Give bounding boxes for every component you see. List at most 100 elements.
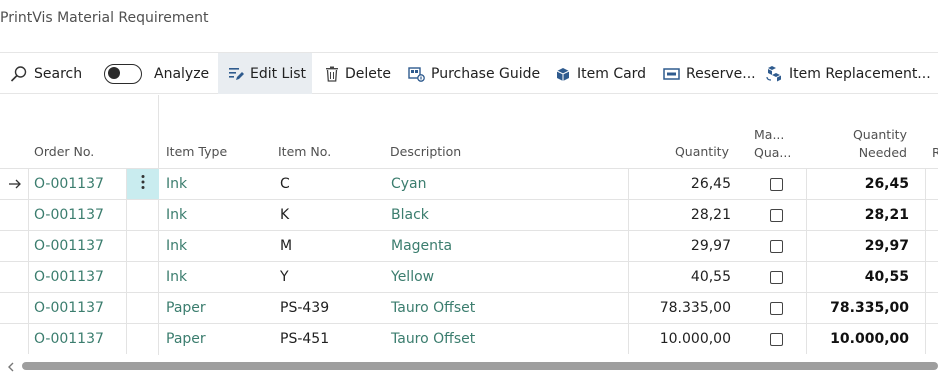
reserve-label: Reserve... <box>686 65 756 82</box>
item-card-icon <box>555 66 571 82</box>
row-checkbox[interactable] <box>770 209 783 222</box>
cell-divider <box>28 262 29 292</box>
item-type-cell: Paper <box>166 300 206 316</box>
quantity-cell: 28,21 <box>690 207 731 223</box>
cell-divider <box>28 200 29 230</box>
row-checkbox[interactable] <box>770 178 783 191</box>
row-checkbox[interactable] <box>770 240 783 253</box>
cell-divider <box>806 262 807 292</box>
arrow-right-icon <box>8 178 22 194</box>
table-row[interactable]: O-001137 Ink K Black 28,21 28,21 <box>0 199 938 230</box>
order-no-link[interactable]: O-001137 <box>34 262 104 292</box>
delete-label: Delete <box>345 65 391 82</box>
purchase-guide-button[interactable]: Purchase Guide <box>408 53 540 94</box>
search-icon <box>10 65 28 83</box>
table-row[interactable]: O-001137 Paper PS-451 Tauro Offset 10.000,00… <box>0 323 938 354</box>
row-actions-button[interactable] <box>126 169 159 199</box>
item-type-cell: Ink <box>166 207 188 223</box>
order-no-link[interactable]: O-001137 <box>34 231 104 261</box>
cell-divider <box>628 200 629 230</box>
description-cell: Black <box>391 207 429 223</box>
quantity-needed-cell: 40,55 <box>864 269 909 285</box>
quantity-cell: 26,45 <box>690 176 731 192</box>
trash-icon <box>325 66 339 82</box>
toggle-switch[interactable] <box>104 63 142 84</box>
description-cell: Tauro Offset <box>391 331 476 347</box>
edit-list-label: Edit List <box>250 65 307 82</box>
page-title: PrintVis Material Requirement <box>0 10 209 26</box>
cell-divider <box>628 324 629 354</box>
item-replacement-button[interactable]: Item Replacement... <box>766 53 931 94</box>
row-checkbox[interactable] <box>770 271 783 284</box>
item-replacement-icon <box>766 65 783 82</box>
cell-divider <box>28 231 29 261</box>
delete-button[interactable]: Delete <box>325 53 391 94</box>
cell-divider <box>925 293 926 323</box>
edit-list-icon <box>228 66 244 82</box>
cell-divider <box>628 262 629 292</box>
item-type-cell: Ink <box>166 238 188 254</box>
cell-divider <box>925 169 926 199</box>
cell-divider <box>28 293 29 323</box>
order-no-link[interactable]: O-001137 <box>34 169 104 199</box>
reserve-icon <box>663 67 680 81</box>
search-button[interactable]: Search <box>10 53 82 94</box>
action-bar: Search Analyze Edit List Delete Purchase… <box>0 52 938 94</box>
more-vertical-icon <box>141 174 145 194</box>
quantity-needed-cell: 10.000,00 <box>830 331 909 347</box>
quantity-needed-cell: 78.335,00 <box>830 300 909 316</box>
quantity-needed-cell: 26,45 <box>864 176 909 192</box>
order-no-link[interactable]: O-001137 <box>34 324 104 354</box>
column-header-item-type[interactable]: Item Type <box>166 144 227 160</box>
description-cell: Yellow <box>391 269 435 285</box>
column-header-order-no[interactable]: Order No. <box>34 144 94 160</box>
cell-divider <box>628 231 629 261</box>
table-row[interactable]: O-001137 Ink C Cyan 26,45 26,45 <box>0 168 938 199</box>
item-type-cell: Paper <box>166 331 206 347</box>
reserve-button[interactable]: Reserve... <box>663 53 756 94</box>
table-row[interactable]: O-001137 Paper PS-439 Tauro Offset 78.335,00… <box>0 292 938 323</box>
item-card-button[interactable]: Item Card <box>555 53 646 94</box>
horizontal-scrollbar[interactable] <box>0 358 938 372</box>
column-header-qty-needed-line2: Needed <box>858 145 907 160</box>
quantity-cell: 29,97 <box>690 238 731 254</box>
item-no-cell: M <box>280 238 293 254</box>
cell-divider <box>126 169 127 199</box>
quantity-needed-cell: 29,97 <box>864 238 909 254</box>
scroll-thumb[interactable] <box>22 362 938 370</box>
item-no-cell: K <box>280 207 290 223</box>
description-cell: Tauro Offset <box>391 300 476 316</box>
cell-divider <box>126 262 127 292</box>
column-header-description[interactable]: Description <box>390 144 461 160</box>
item-type-cell: Ink <box>166 176 188 192</box>
column-header-item-no[interactable]: Item No. <box>278 144 331 160</box>
cell-divider <box>925 231 926 261</box>
row-checkbox[interactable] <box>770 302 783 315</box>
material-requirement-grid: Order No. Item Type Item No. Description… <box>0 95 938 355</box>
cell-divider <box>925 262 926 292</box>
edit-list-button[interactable]: Edit List <box>218 53 312 94</box>
quantity-cell: 78.335,00 <box>659 300 731 316</box>
quantity-cell: 40,55 <box>690 269 731 285</box>
analyze-toggle[interactable]: Analyze <box>104 53 209 94</box>
table-row[interactable]: O-001137 Ink Y Yellow 40,55 40,55 <box>0 261 938 292</box>
item-card-label: Item Card <box>577 65 647 82</box>
row-checkbox[interactable] <box>770 333 783 346</box>
table-row[interactable]: O-001137 Ink M Magenta 29,97 29,97 <box>0 230 938 261</box>
order-no-link[interactable]: O-001137 <box>34 293 104 323</box>
item-replacement-label: Item Replacement... <box>789 65 931 82</box>
item-type-cell: Ink <box>166 269 188 285</box>
cell-divider <box>806 231 807 261</box>
item-no-cell: C <box>280 176 290 192</box>
item-no-cell: Y <box>280 269 289 285</box>
cell-divider <box>806 200 807 230</box>
column-header-quantity[interactable]: Quantity <box>630 144 729 160</box>
cell-divider <box>806 324 807 354</box>
item-no-cell: PS-451 <box>280 331 330 347</box>
cell-divider <box>126 200 127 230</box>
order-no-link[interactable]: O-001137 <box>34 200 104 230</box>
cell-divider <box>925 200 926 230</box>
purchase-guide-icon <box>408 65 425 82</box>
scroll-left-arrow-icon[interactable] <box>6 360 16 372</box>
purchase-guide-label: Purchase Guide <box>431 65 541 82</box>
